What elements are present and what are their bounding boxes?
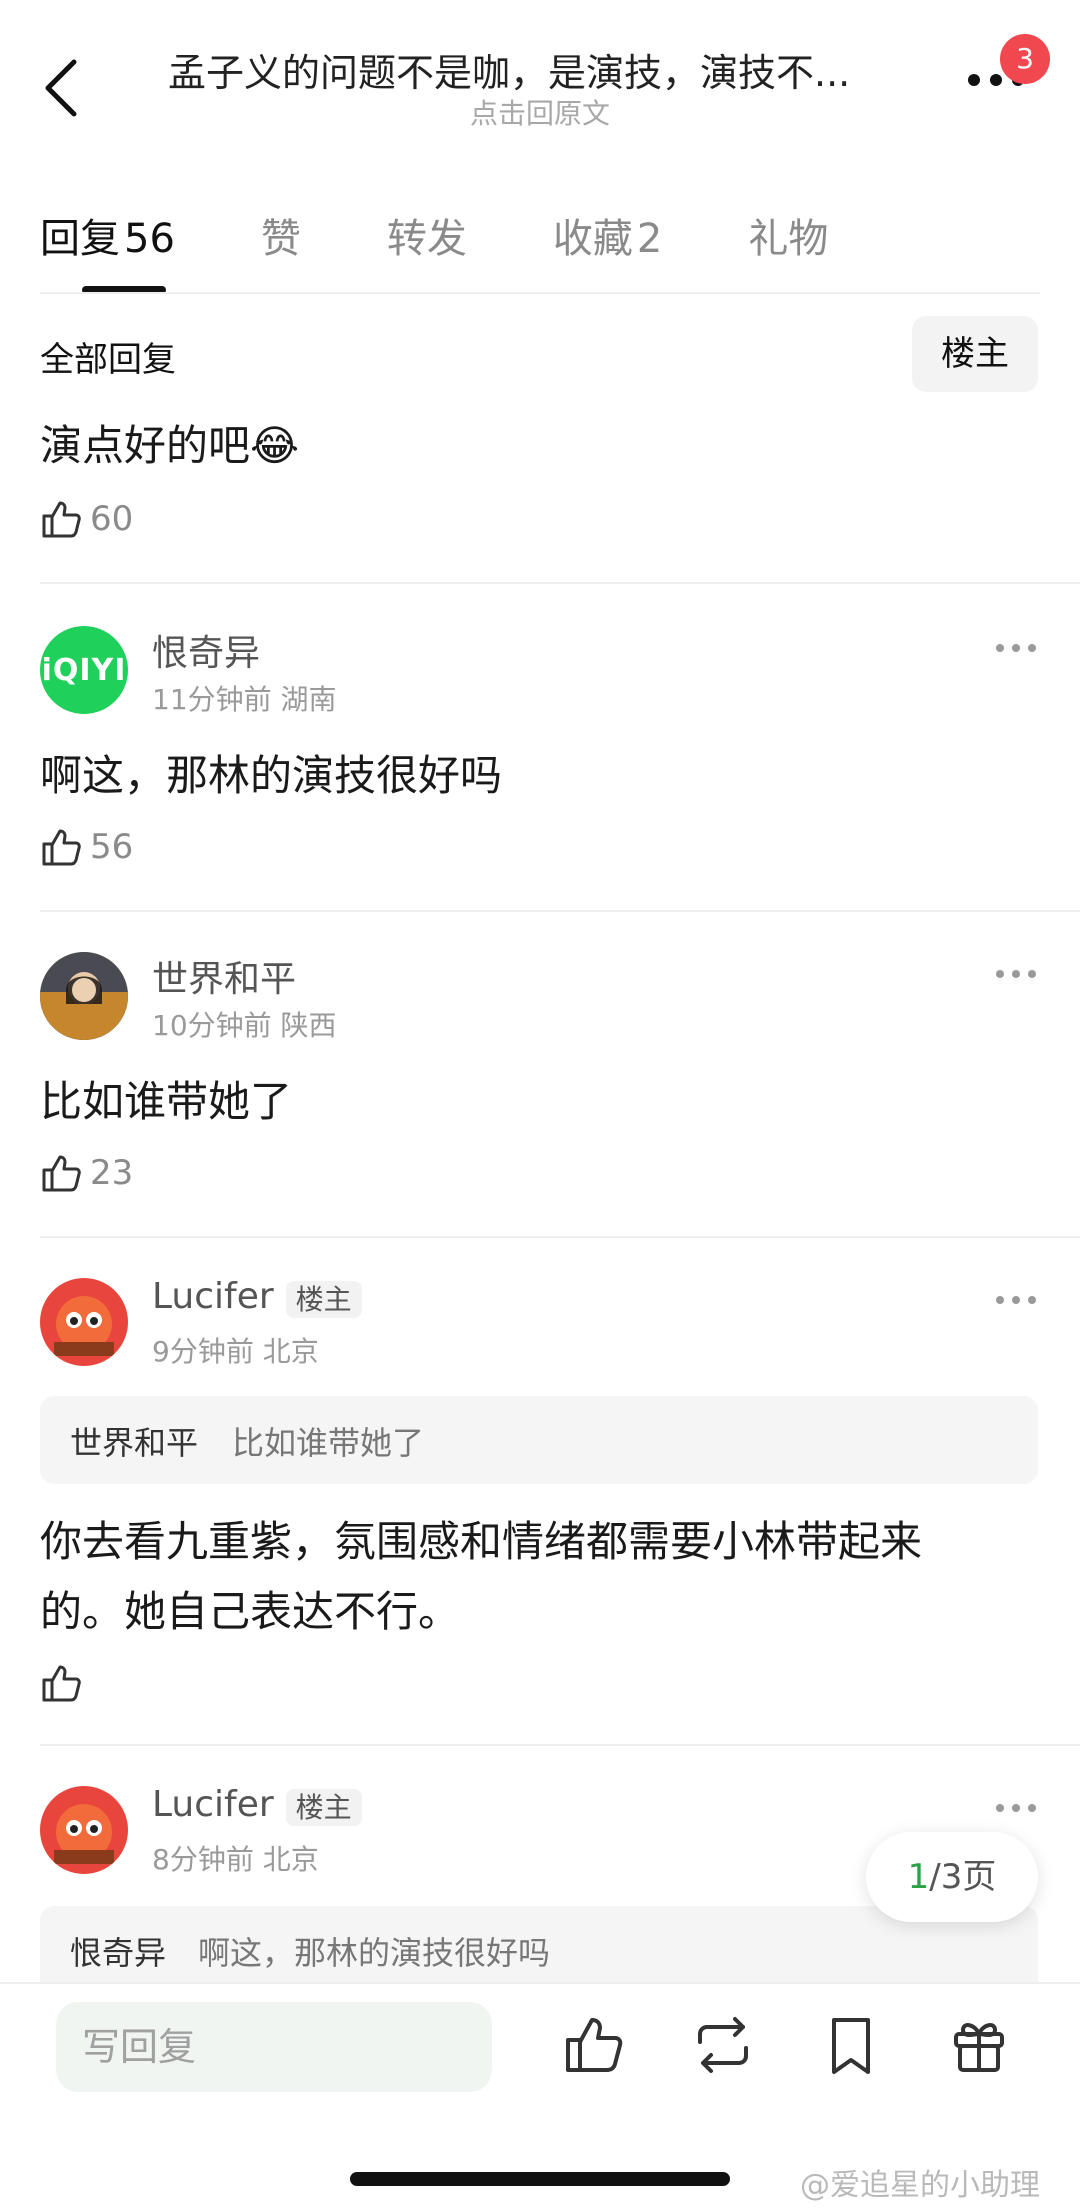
username[interactable]: 恨奇异 (152, 624, 260, 676)
avatar-logo-text: iQIYI (41, 652, 127, 688)
bookmark-icon[interactable] (818, 2012, 884, 2078)
gift-icon[interactable] (946, 2012, 1012, 2078)
quoted-username: 恨奇异 (70, 1934, 167, 1972)
op-only-filter-button[interactable]: 楼主 (912, 316, 1038, 392)
op-tag: 楼主 (285, 1281, 362, 1318)
comment-time: 11分钟前 (152, 683, 272, 716)
comment-meta: 9分钟前 北京 (152, 1330, 319, 1370)
username[interactable]: Lucifer (152, 1276, 274, 1317)
like-icon[interactable] (560, 2012, 626, 2078)
comment-divider (40, 1744, 1080, 1746)
avatar[interactable] (40, 1786, 128, 1874)
total-pages: /3页 (929, 1857, 997, 1897)
tab-bar: 回复 56 赞 转发 收藏 2 礼物 (40, 206, 914, 266)
tab-reposts-label: 转发 (386, 216, 467, 262)
comment-divider (40, 1236, 1080, 1238)
username[interactable]: 世界和平 (152, 950, 296, 1002)
comment-text-line: 你去看九重紫，氛围感和情绪都需要小林带起来 (40, 1517, 923, 1566)
comment-more-icon[interactable] (994, 1802, 1038, 1814)
tab-gifts-label: 礼物 (748, 216, 829, 262)
comment-more-icon[interactable] (994, 968, 1038, 980)
like-button[interactable]: 60 (40, 494, 133, 544)
comment-text-line: 的。她自己表达不行。 (40, 1587, 461, 1636)
comment-time: 8分钟前 (152, 1843, 254, 1876)
notification-badge: 3 (1000, 34, 1050, 84)
quoted-reply[interactable]: 世界和平 比如谁带她了 (40, 1396, 1038, 1484)
thumbs-up-icon (42, 1155, 81, 1192)
comment-divider (40, 910, 1080, 912)
section-title: 全部回复 (40, 340, 176, 380)
tab-likes-label: 赞 (260, 216, 301, 262)
thumbs-up-icon (42, 829, 81, 866)
avatar[interactable] (40, 952, 128, 1040)
reply-input[interactable]: 写回复 (56, 2002, 492, 2092)
avatar-photo (40, 952, 128, 1040)
comment-location: 湖南 (280, 683, 337, 716)
username-row: Lucifer 楼主 (152, 1784, 362, 1826)
tab-replies[interactable]: 回复 56 (40, 206, 175, 266)
tab-favorites-count: 2 (636, 216, 663, 262)
username-row: Lucifer 楼主 (152, 1276, 362, 1318)
like-button[interactable]: 56 (40, 822, 133, 872)
avatar[interactable] (40, 1278, 128, 1366)
quoted-text: 比如谁带她了 (232, 1424, 425, 1462)
avatar[interactable]: iQIYI (40, 626, 128, 714)
comment-meta: 8分钟前 北京 (152, 1838, 319, 1878)
tab-reposts[interactable]: 转发 (387, 206, 467, 266)
comment-text: 演点好的吧😂 (40, 421, 300, 470)
comment-meta: 10分钟前 陕西 (152, 1004, 337, 1044)
repost-icon[interactable] (690, 2012, 756, 2078)
tab-replies-label: 回复 (40, 216, 120, 262)
comment-time: 9分钟前 (152, 1335, 254, 1368)
avatar-calcifer-image (40, 1786, 128, 1874)
thumbs-up-icon (42, 1665, 81, 1702)
comment-time: 10分钟前 (152, 1009, 272, 1042)
back-to-original-link[interactable]: 点击回原文 (0, 92, 1080, 132)
like-button[interactable] (40, 1658, 84, 1708)
comment-text: 啊这，那林的演技很好吗 (40, 751, 503, 800)
like-count: 56 (90, 827, 134, 867)
tab-favorites[interactable]: 收藏 2 (553, 206, 662, 266)
like-button[interactable]: 23 (40, 1148, 133, 1198)
comment-divider (40, 582, 1080, 584)
like-count: 23 (90, 1153, 134, 1193)
current-page: 1 (907, 1857, 930, 1897)
like-count: 60 (90, 499, 134, 539)
tab-replies-count: 56 (124, 216, 175, 262)
thumbs-up-icon (42, 501, 81, 538)
comment-location: 北京 (262, 1335, 319, 1368)
comment-location: 北京 (262, 1843, 319, 1876)
tab-likes[interactable]: 赞 (261, 206, 301, 266)
tab-favorites-label: 收藏 (552, 216, 633, 262)
watermark: @爱追星的小助理 (800, 2168, 1040, 2203)
op-tag: 楼主 (285, 1789, 362, 1826)
username[interactable]: Lucifer (152, 1784, 274, 1825)
comment-more-icon[interactable] (994, 1294, 1038, 1306)
avatar-calcifer-image (40, 1278, 128, 1366)
home-indicator[interactable] (350, 2172, 730, 2186)
comment-text: 比如谁带她了 (40, 1077, 293, 1126)
comment-more-icon[interactable] (994, 642, 1038, 654)
comment-location: 陕西 (280, 1009, 337, 1042)
tab-gifts[interactable]: 礼物 (748, 206, 828, 266)
quoted-text: 啊这，那林的演技很好吗 (198, 1934, 551, 1972)
page-indicator[interactable]: 1/3页 (866, 1832, 1038, 1922)
quoted-reply[interactable]: 恨奇异 啊这，那林的演技很好吗 (40, 1906, 1038, 1994)
quoted-username: 世界和平 (70, 1424, 199, 1462)
comment-meta: 11分钟前 湖南 (152, 678, 337, 718)
post-title[interactable]: 孟子义的问题不是咖，是演技，演技不... (168, 42, 928, 97)
tabs-divider (40, 292, 1040, 294)
